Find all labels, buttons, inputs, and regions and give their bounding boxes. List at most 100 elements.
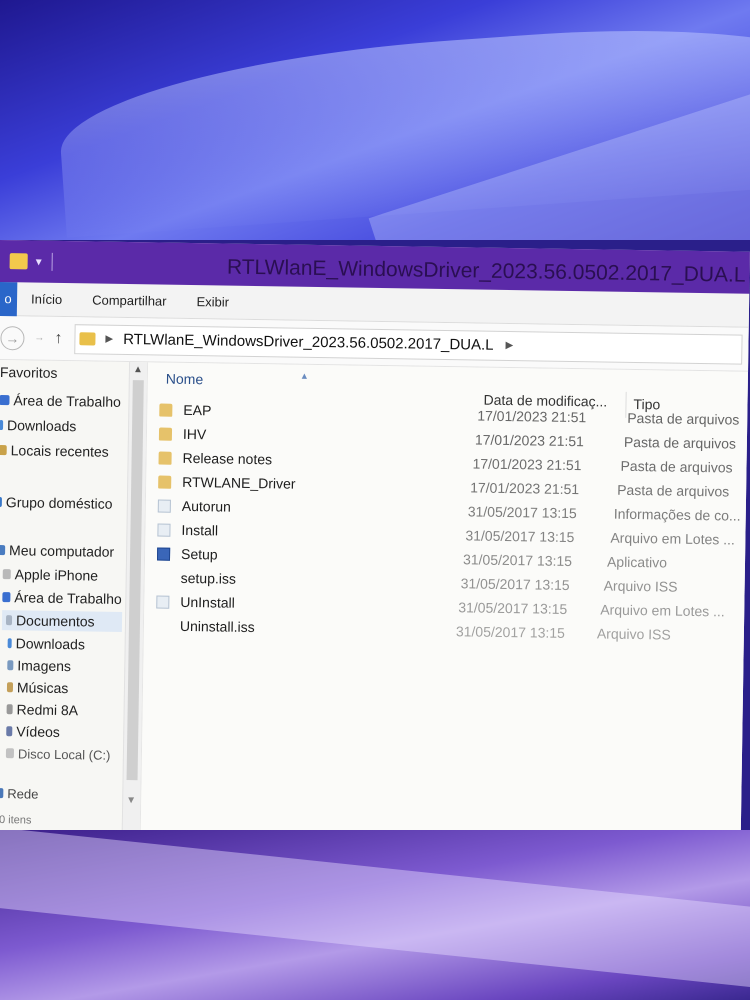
recent-places-icon: [0, 445, 7, 456]
documents-icon: [5, 615, 13, 626]
file-name: Install: [181, 521, 219, 539]
folder-icon: [158, 475, 172, 489]
nav-label: Músicas: [16, 679, 69, 697]
nav-item-desktop[interactable]: Área de Trabalho: [0, 390, 121, 412]
scroll-down-icon[interactable]: ▼: [126, 795, 136, 806]
file-list: ▲ Nome Data de modificaç... Tipo EAP 17/0…: [140, 362, 749, 844]
download-icon: [0, 420, 4, 431]
nav-label: Grupo doméstico: [5, 494, 113, 512]
desktop-wallpaper-bottom: [0, 830, 750, 1000]
chevron-down-icon[interactable]: ▾: [36, 255, 42, 269]
nav-label: Disco Local (C:): [17, 745, 111, 763]
download-icon: [7, 638, 12, 649]
nav-homegroup[interactable]: Grupo doméstico: [0, 492, 113, 514]
file-type: Arquivo em Lotes ...: [600, 601, 725, 620]
batch-file-icon: [156, 595, 170, 609]
setup-app-icon: [156, 547, 171, 561]
nav-item-recent[interactable]: Locais recentes: [0, 440, 109, 462]
folder-icon[interactable]: [9, 253, 28, 270]
status-item-count: 10 itens: [0, 813, 32, 827]
nav-item-downloads[interactable]: Downloads: [0, 415, 77, 436]
phone-icon: [2, 569, 11, 580]
file-date: 17/01/2023 21:51: [474, 431, 585, 450]
file-type: Informações de co...: [613, 505, 741, 524]
nav-item-iphone[interactable]: Apple iPhone: [2, 564, 99, 585]
wallpaper-swoosh: [0, 830, 750, 997]
desktop-wallpaper-top: [0, 0, 750, 240]
folder-icon: [158, 427, 173, 441]
file-date: 17/01/2023 21:51: [472, 455, 582, 474]
nav-label: Downloads: [6, 417, 77, 435]
file-date: 31/05/2017 13:15: [458, 599, 568, 617]
tab-compartilhar[interactable]: Compartilhar: [92, 292, 167, 308]
file-type: Arquivo em Lotes ...: [610, 529, 736, 548]
sort-ascending-icon: ▲: [299, 370, 309, 381]
toolbar-divider: [51, 252, 53, 271]
path-field[interactable]: ▶ RTLWlanE_WindowsDriver_2023.56.0502.20…: [74, 323, 743, 365]
nav-label: Meu computador: [9, 542, 115, 560]
file-name: IHV: [182, 425, 207, 443]
nav-favorites[interactable]: Favoritos: [0, 362, 58, 383]
file-date: 31/05/2017 13:15: [462, 551, 573, 570]
file-type: Pasta de arquivos: [620, 457, 733, 476]
desktop-icon: [2, 592, 11, 603]
path-text[interactable]: RTLWlanE_WindowsDriver_2023.56.0502.2017…: [123, 331, 494, 354]
up-button[interactable]: ↑: [54, 329, 62, 347]
homegroup-icon: [0, 496, 2, 508]
pictures-icon: [7, 660, 14, 671]
chevron-right-icon[interactable]: ▶: [506, 340, 514, 351]
file-date: 31/05/2017 13:15: [460, 575, 570, 593]
chevron-right-icon[interactable]: ▶: [105, 334, 113, 345]
file-name: RTWLANE_Driver: [182, 473, 296, 492]
nav-label: Documentos: [15, 612, 95, 630]
nav-network[interactable]: Rede: [0, 783, 39, 804]
file-name: Autorun: [181, 497, 232, 515]
scroll-thumb[interactable]: [126, 380, 144, 781]
scroll-up-icon[interactable]: ▲: [133, 364, 143, 375]
file-name: Setup: [180, 545, 218, 563]
explorer-window: ▾ RTLWlanE_WindowsDriver_2023.56.0502.20…: [0, 240, 750, 844]
batch-file-icon: [157, 523, 171, 537]
forward-button[interactable]: →: [34, 333, 44, 344]
nav-item-videos[interactable]: Vídeos: [6, 721, 60, 742]
nav-item-local-disk[interactable]: Disco Local (C:): [5, 743, 111, 765]
settings-file-icon: [157, 499, 171, 513]
nav-label: Vídeos: [16, 723, 60, 741]
file-type: Aplicativo: [606, 553, 668, 571]
file-date: 17/01/2023 21:51: [470, 479, 580, 498]
file-type: Pasta de arquivos: [623, 433, 737, 452]
nav-item-documents[interactable]: Documentos: [1, 610, 123, 632]
navigation-pane: Favoritos Área de Trabalho Downloads Loc…: [0, 359, 149, 835]
tab-exibir[interactable]: Exibir: [196, 294, 229, 310]
nav-item-music[interactable]: Músicas: [6, 677, 69, 698]
computer-icon: [0, 544, 6, 556]
tab-inicio[interactable]: Início: [31, 291, 62, 306]
file-date: 31/05/2017 13:15: [465, 527, 575, 546]
file-name: UnInstall: [180, 593, 235, 611]
desktop-icon: [0, 395, 10, 406]
folder-icon: [158, 451, 172, 465]
file-date: 31/05/2017 13:15: [455, 623, 566, 641]
nav-item-redmi[interactable]: Redmi 8A: [6, 699, 78, 720]
nav-item-pictures[interactable]: Imagens: [7, 655, 71, 676]
column-header-name[interactable]: Nome: [166, 371, 204, 388]
file-type: Pasta de arquivos: [627, 409, 740, 428]
tab-file[interactable]: o: [0, 281, 18, 316]
nav-label: Rede: [7, 785, 39, 802]
nav-label: Área de Trabalho: [13, 392, 122, 410]
folder-icon: [79, 332, 96, 346]
nav-label: Downloads: [15, 635, 86, 653]
network-icon: [0, 787, 4, 799]
nav-item-desktop-pc[interactable]: Área de Trabalho: [2, 587, 122, 609]
back-button[interactable]: →: [0, 325, 25, 350]
file-date: 31/05/2017 13:15: [467, 503, 577, 522]
file-type: Arquivo ISS: [603, 577, 678, 595]
file-name: setup.iss: [180, 569, 237, 587]
nav-label: Imagens: [17, 657, 72, 675]
file-name: Uninstall.iss: [179, 617, 255, 636]
file-type: Arquivo ISS: [596, 625, 671, 643]
window-title: RTLWlanE_WindowsDriver_2023.56.0502.2017…: [226, 255, 746, 287]
nav-item-downloads-pc[interactable]: Downloads: [7, 633, 86, 654]
nav-computer[interactable]: Meu computador: [0, 540, 114, 562]
file-name: EAP: [183, 401, 212, 419]
